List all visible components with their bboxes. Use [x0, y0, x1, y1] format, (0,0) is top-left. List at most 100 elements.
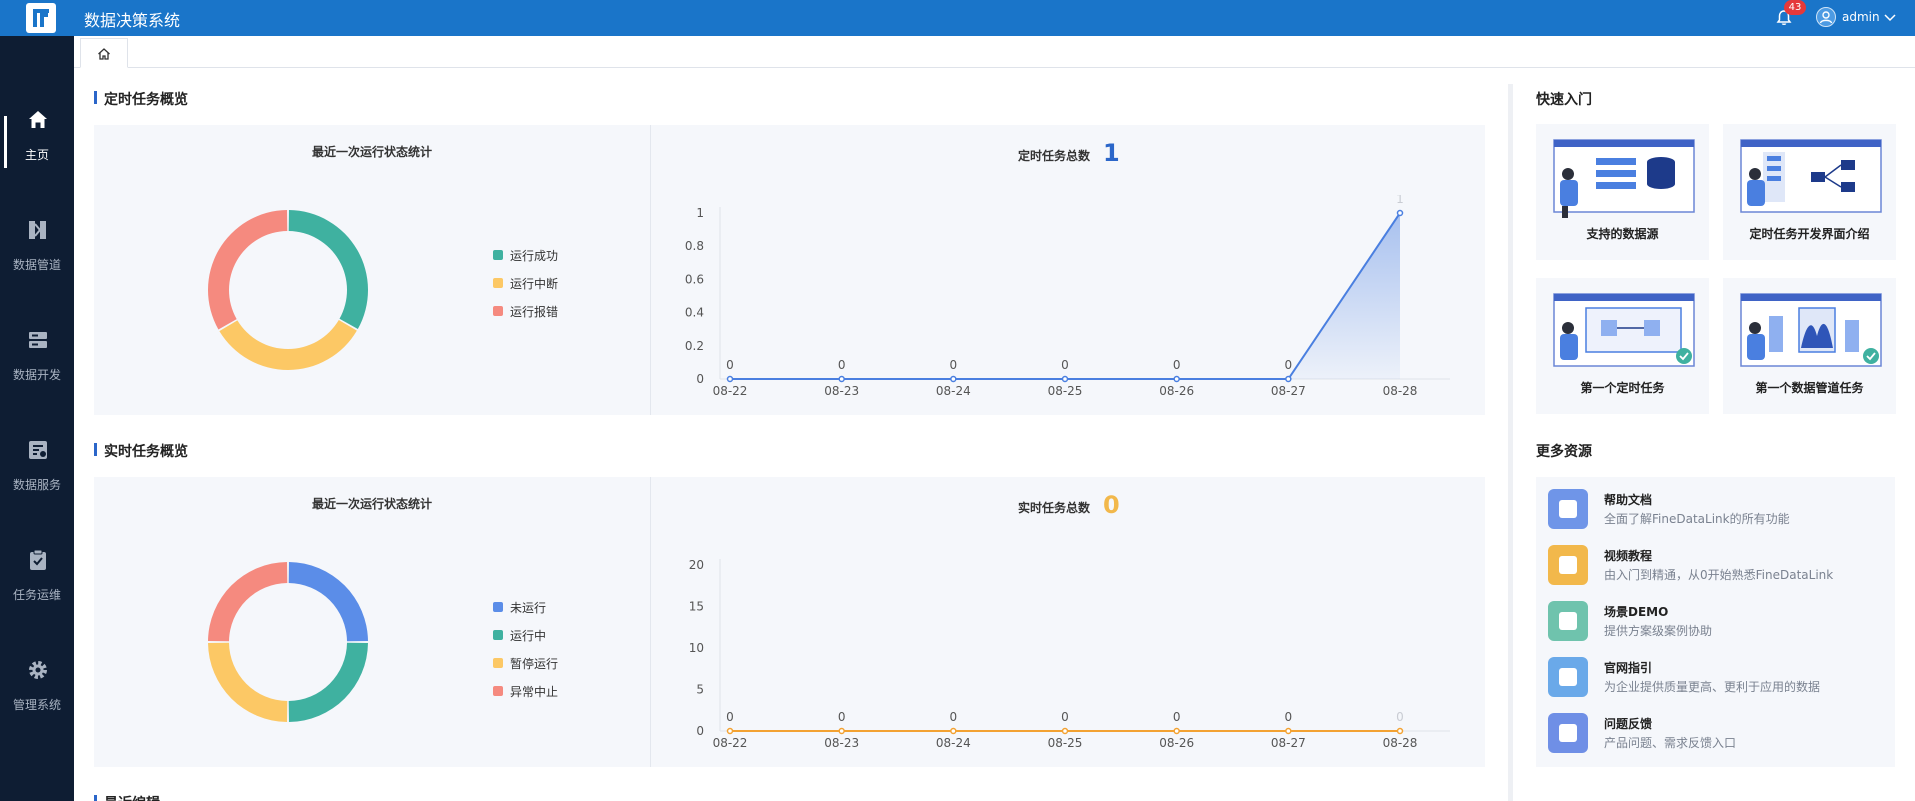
sidebar-item-home[interactable]: 主页 — [0, 72, 74, 182]
y-tick-label: 0.6 — [685, 272, 704, 286]
data-point[interactable] — [1173, 375, 1180, 383]
donut-slice[interactable] — [288, 210, 368, 330]
sidebar-item-develop[interactable]: 数据开发 — [0, 292, 74, 402]
data-point[interactable] — [726, 375, 734, 383]
realtime-stat-title: 最近一次运行状态统计 — [311, 497, 432, 511]
data-point[interactable] — [950, 727, 957, 735]
gear-icon — [29, 661, 47, 679]
resource-video-tutorial[interactable]: 视频教程 由入门到精通，从0开始熟悉FineDataLink — [1548, 543, 1888, 587]
sidebar-item-label: 任务运维 — [12, 588, 61, 602]
resource-desc: 提供方案级案例协助 — [1604, 624, 1713, 638]
x-tick-label: 08-25 — [1048, 384, 1083, 398]
quick-card-first-pipeline[interactable]: 第一个数据管道任务 — [1723, 278, 1896, 414]
datasource-illustration — [1553, 139, 1695, 218]
data-point[interactable] — [1061, 727, 1069, 735]
first-pipeline-illustration — [1740, 293, 1882, 367]
legend-swatch — [493, 686, 503, 696]
resource-title: 问题反馈 — [1604, 717, 1653, 731]
data-label: 0 — [1061, 710, 1069, 724]
y-tick-label: 0.8 — [685, 239, 704, 253]
x-tick-label: 08-25 — [1048, 736, 1083, 750]
clipboard-check-icon — [30, 549, 46, 570]
app-logo[interactable] — [26, 3, 56, 33]
monitor-icon — [1548, 657, 1588, 697]
sidebar-item-service[interactable]: 数据服务 — [0, 402, 74, 512]
data-label: 0 — [1173, 358, 1181, 372]
scheduled-total-value: 1 — [1103, 139, 1120, 167]
data-point[interactable] — [1285, 375, 1292, 383]
more-resources-title: 更多资源 — [1536, 444, 1592, 460]
data-point[interactable] — [1396, 727, 1404, 735]
y-tick-label: 0.2 — [685, 339, 704, 353]
donut-slice[interactable] — [219, 320, 357, 370]
data-label: 0 — [838, 358, 846, 372]
column-divider — [1508, 84, 1513, 801]
data-point[interactable] — [838, 727, 845, 735]
donut-slice[interactable] — [208, 642, 288, 722]
grid-icon — [1548, 601, 1588, 641]
quick-card-scheduled-ui[interactable]: 定时任务开发界面介绍 — [1723, 124, 1896, 260]
x-tick-label: 08-24 — [936, 736, 971, 750]
x-tick-label: 08-27 — [1271, 736, 1306, 750]
x-tick-label: 08-28 — [1383, 384, 1418, 398]
data-point[interactable] — [1396, 209, 1404, 217]
resource-feedback[interactable]: 问题反馈 产品问题、需求反馈入口 — [1548, 711, 1888, 755]
data-label: 0 — [950, 710, 958, 724]
legend-label: 运行报错 — [510, 305, 559, 319]
legend-label: 运行中断 — [510, 277, 559, 291]
resource-desc: 为企业提供质量更高、更利于应用的数据 — [1604, 680, 1821, 694]
x-tick-label: 08-23 — [824, 384, 859, 398]
legend-swatch — [493, 278, 503, 288]
data-point[interactable] — [1061, 375, 1069, 383]
donut-slice[interactable] — [288, 642, 368, 722]
home-icon — [29, 111, 47, 128]
y-tick-label: 20 — [689, 558, 704, 572]
resource-help-docs[interactable]: 帮助文档 全面了解FineDataLink的所有功能 — [1548, 487, 1888, 531]
chevron-down-icon[interactable] — [1883, 10, 1897, 24]
data-point[interactable] — [1285, 727, 1292, 735]
x-tick-label: 08-27 — [1271, 384, 1306, 398]
legend-label: 未运行 — [510, 601, 547, 615]
resource-scenario-demo[interactable]: 场景DEMO 提供方案级案例协助 — [1548, 599, 1888, 643]
quick-card-first-scheduled[interactable]: 第一个定时任务 — [1536, 278, 1709, 414]
realtime-total-label: 实时任务总数 — [1018, 501, 1091, 515]
tab-home[interactable] — [80, 38, 128, 68]
y-tick-label: 1 — [696, 206, 704, 220]
panel-divider — [650, 125, 651, 415]
data-point[interactable] — [726, 727, 734, 735]
data-point[interactable] — [1173, 727, 1180, 735]
avatar[interactable] — [1816, 7, 1836, 27]
quick-card-datasources[interactable]: 支持的数据源 — [1536, 124, 1709, 260]
home-icon — [98, 48, 110, 60]
donut-slice[interactable] — [208, 562, 288, 642]
sidebar-item-label: 数据服务 — [12, 478, 61, 492]
sidebar-item-ops[interactable]: 任务运维 — [0, 512, 74, 622]
x-tick-label: 08-28 — [1383, 736, 1418, 750]
scheduled-stat-title: 最近一次运行状态统计 — [311, 145, 432, 159]
sidebar-item-pipeline[interactable]: 数据管道 — [0, 182, 74, 292]
data-label: 0 — [726, 358, 734, 372]
scheduled-trend-chart: 0 0.2 0.4 0.6 0.8 1 08-22 08-23 08-24 08-25 08-26 0… — [685, 195, 1450, 398]
resource-title: 场景DEMO — [1604, 605, 1669, 619]
data-label: 0 — [838, 710, 846, 724]
y-tick-label: 10 — [689, 641, 704, 655]
data-label: 0 — [726, 710, 734, 724]
donut-slice[interactable] — [288, 562, 368, 642]
data-point[interactable] — [838, 375, 845, 383]
resource-title: 帮助文档 — [1604, 493, 1653, 507]
resource-desc: 产品问题、需求反馈入口 — [1604, 736, 1737, 750]
quick-card-label: 定时任务开发界面介绍 — [1749, 227, 1870, 241]
legend-swatch — [493, 306, 503, 316]
sidebar-item-label: 数据管道 — [12, 258, 61, 272]
data-label: 0 — [1396, 710, 1404, 724]
legend-swatch — [493, 602, 503, 612]
sidebar-item-admin[interactable]: 管理系统 — [0, 622, 74, 732]
scheduled-status-donut — [208, 210, 368, 370]
data-point[interactable] — [950, 375, 957, 383]
resource-desc: 全面了解FineDataLink的所有功能 — [1604, 512, 1790, 526]
donut-slice[interactable] — [208, 210, 288, 330]
database-icon — [29, 332, 47, 348]
username[interactable]: admin — [1842, 10, 1880, 24]
resource-website-guide[interactable]: 官网指引 为企业提供质量更高、更利于应用的数据 — [1548, 655, 1888, 699]
section-title-scheduled: 定时任务概览 — [94, 89, 188, 109]
